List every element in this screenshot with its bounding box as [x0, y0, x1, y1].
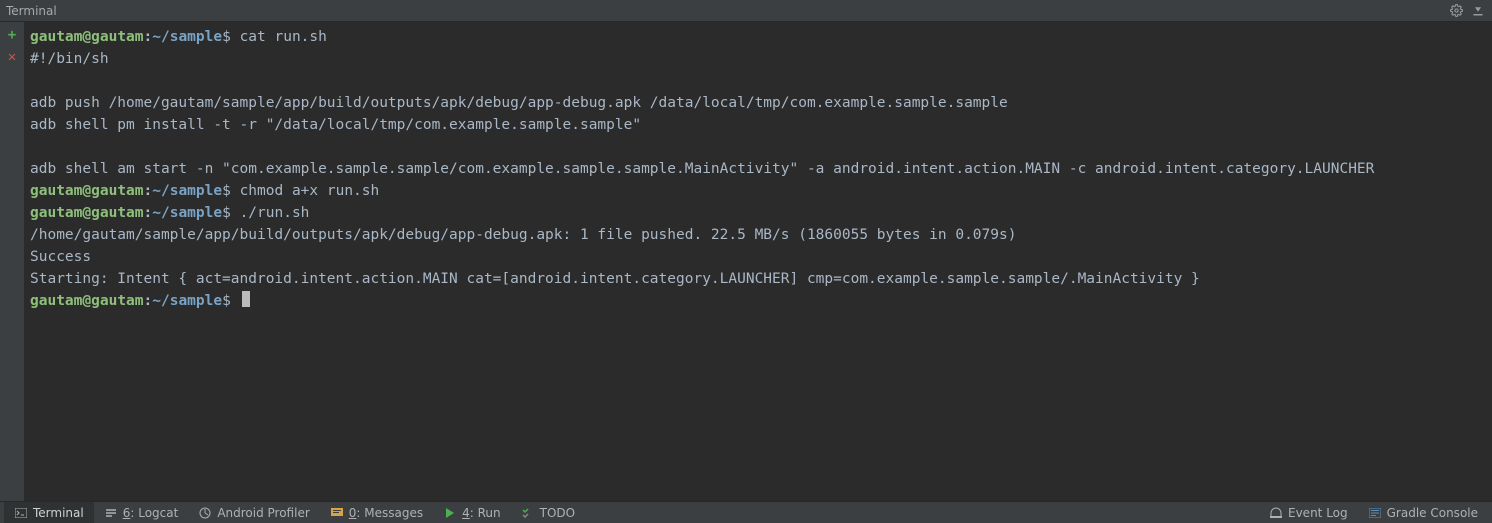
- messages-icon: [330, 506, 344, 520]
- terminal-output-line: adb shell am start -n "com.example.sampl…: [30, 158, 1486, 180]
- panel-title: Terminal: [6, 4, 57, 18]
- tab-run-label: 4: Run: [462, 506, 501, 520]
- logcat-icon: [104, 506, 118, 520]
- todo-icon: [521, 506, 535, 520]
- run-icon: [443, 506, 457, 520]
- status-gradle-console[interactable]: Gradle Console: [1358, 502, 1488, 523]
- tab-messages[interactable]: 0: Messages: [320, 502, 433, 523]
- tab-logcat-label: 6: Logcat: [123, 506, 179, 520]
- terminal-output[interactable]: gautam@gautam:~/sample$ cat run.sh#!/bin…: [24, 22, 1492, 501]
- tab-profiler[interactable]: Android Profiler: [188, 502, 319, 523]
- terminal-output-line: #!/bin/sh: [30, 48, 1486, 70]
- terminal-output-line: [30, 136, 1486, 158]
- tab-profiler-label: Android Profiler: [217, 506, 309, 520]
- hide-icon[interactable]: [1470, 3, 1486, 19]
- tab-run[interactable]: 4: Run: [433, 502, 511, 523]
- terminal-output-line: Starting: Intent { act=android.intent.ac…: [30, 268, 1486, 290]
- terminal-output-line: /home/gautam/sample/app/build/outputs/ap…: [30, 224, 1486, 246]
- gear-icon[interactable]: [1448, 3, 1464, 19]
- terminal-output-line: adb shell pm install -t -r "/data/local/…: [30, 114, 1486, 136]
- panel-titlebar: Terminal: [0, 0, 1492, 22]
- terminal-output-line: [30, 70, 1486, 92]
- terminal-gutter: + ✕: [0, 22, 24, 501]
- terminal-cursor: [242, 291, 250, 307]
- status-event-log[interactable]: Event Log: [1259, 502, 1358, 523]
- tab-todo-label: TODO: [540, 506, 575, 520]
- tab-terminal-label: Terminal: [33, 506, 84, 520]
- event-log-icon: [1269, 506, 1283, 520]
- tab-logcat[interactable]: 6: Logcat: [94, 502, 189, 523]
- close-session-icon[interactable]: ✕: [5, 50, 19, 64]
- new-session-icon[interactable]: +: [5, 28, 19, 42]
- gradle-icon: [1368, 506, 1382, 520]
- terminal-command-line: gautam@gautam:~/sample$ ./run.sh: [30, 202, 1486, 224]
- terminal-output-line: Success: [30, 246, 1486, 268]
- tab-terminal[interactable]: Terminal: [4, 502, 94, 523]
- status-event-log-label: Event Log: [1288, 506, 1348, 520]
- profiler-icon: [198, 506, 212, 520]
- terminal-icon: [14, 506, 28, 520]
- bottom-toolbar: Terminal 6: Logcat Android Profiler 0: M…: [0, 501, 1492, 523]
- terminal-command-line: gautam@gautam:~/sample$ cat run.sh: [30, 26, 1486, 48]
- terminal-output-line: adb push /home/gautam/sample/app/build/o…: [30, 92, 1486, 114]
- terminal-command-line: gautam@gautam:~/sample$: [30, 290, 1486, 312]
- tab-todo[interactable]: TODO: [511, 502, 585, 523]
- status-gradle-console-label: Gradle Console: [1387, 506, 1478, 520]
- terminal-main: + ✕ gautam@gautam:~/sample$ cat run.sh#!…: [0, 22, 1492, 501]
- terminal-command-line: gautam@gautam:~/sample$ chmod a+x run.sh: [30, 180, 1486, 202]
- tab-messages-label: 0: Messages: [349, 506, 423, 520]
